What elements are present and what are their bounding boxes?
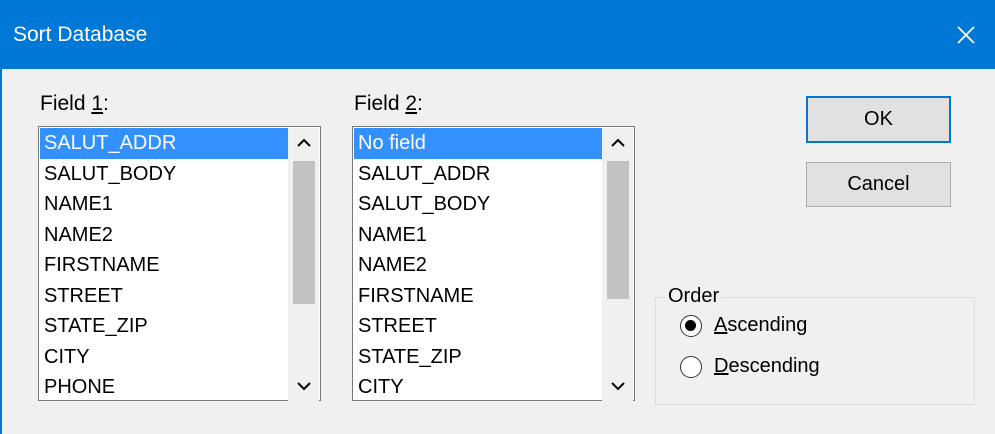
title-bar: Sort Database [0,0,995,69]
order-legend: Order [665,285,723,308]
field2-scroll-thumb[interactable] [607,161,629,299]
list-item[interactable]: FIRSTNAME [40,250,288,281]
descending-label[interactable]: Descending [714,355,820,378]
field1-list: SALUT_ADDR SALUT_BODY NAME1 NAME2 FIRSTNAME S… [40,128,288,401]
list-item[interactable]: FIRSTNAME [354,281,602,312]
list-item[interactable]: PHONE [40,372,288,401]
field1-label: Field 1: [40,92,109,115]
descending-radio-circle[interactable] [680,355,702,378]
list-item[interactable]: SALUT_BODY [40,159,288,190]
field2-list: No field SALUT_ADDR SALUT_BODY NAME1 NAME2 FI… [354,128,602,401]
list-item[interactable]: SALUT_BODY [354,189,602,220]
list-item[interactable]: STREET [354,311,602,342]
close-icon [957,25,975,44]
ascending-radio[interactable]: Ascending [680,314,807,337]
list-item[interactable]: NAME2 [40,220,288,251]
field1-scroll-up-button[interactable] [288,128,319,158]
close-button[interactable] [937,0,995,69]
list-item[interactable]: NAME2 [354,250,602,281]
ascending-radio-circle[interactable] [680,314,702,337]
list-item[interactable]: STATE_ZIP [40,311,288,342]
descending-radio[interactable]: Descending [680,355,820,378]
list-item[interactable]: NAME1 [354,220,602,251]
list-item[interactable]: CITY [354,372,602,401]
field2-listbox[interactable]: No field SALUT_ADDR SALUT_BODY NAME1 NAME2 FI… [352,126,635,401]
ascending-label[interactable]: Ascending [714,314,807,337]
field2-scrollbar[interactable] [602,128,633,401]
list-item[interactable]: NAME1 [40,189,288,220]
field1-scroll-down-button[interactable] [288,371,319,401]
field2-scroll-up-button[interactable] [602,128,633,158]
list-item[interactable]: SALUT_ADDR [40,128,288,159]
field2-label: Field 2: [354,92,423,115]
chevron-down-icon [296,382,311,391]
radio-selected-dot [685,319,696,331]
ok-button[interactable]: OK [806,96,951,143]
list-item[interactable]: STATE_ZIP [354,342,602,373]
chevron-up-icon [610,138,625,147]
field1-scroll-thumb[interactable] [293,161,315,304]
list-item[interactable]: CITY [40,342,288,373]
list-item[interactable]: No field [354,128,602,159]
window-border [0,69,2,434]
field1-listbox[interactable]: SALUT_ADDR SALUT_BODY NAME1 NAME2 FIRSTNAME S… [38,126,321,401]
field2-scroll-down-button[interactable] [602,371,633,401]
cancel-button[interactable]: Cancel [806,162,951,207]
field1-scrollbar[interactable] [288,128,319,401]
list-item[interactable]: STREET [40,281,288,312]
chevron-up-icon [296,138,311,147]
list-item[interactable]: SALUT_ADDR [354,159,602,190]
chevron-down-icon [610,382,625,391]
window-title: Sort Database [13,23,148,46]
